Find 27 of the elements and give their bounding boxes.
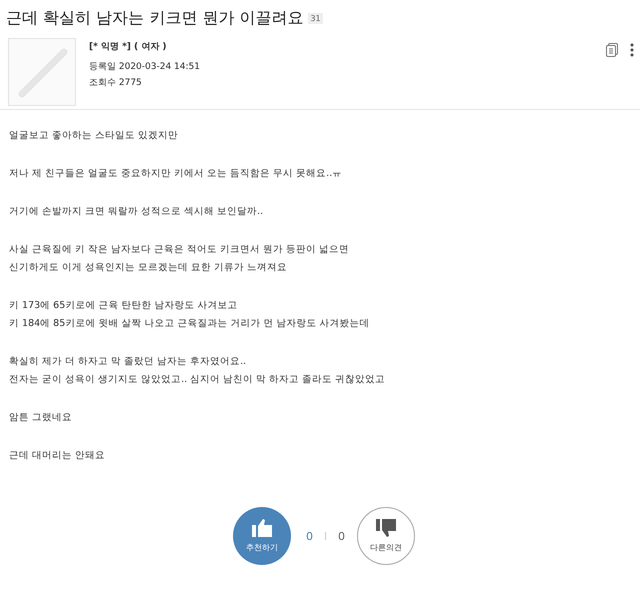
document-icon[interactable] — [606, 43, 618, 57]
dissent-count: 0 — [338, 530, 345, 542]
recommend-count: 0 — [306, 530, 313, 542]
body-text: 전자는 굳이 성욕이 생기지도 않았었고.. 심지어 남친이 막 하자고 졸라도 귀찮았었고 — [9, 373, 386, 387]
date-label: 등록일 — [89, 62, 116, 72]
recommend-button[interactable]: 추천하기 — [233, 507, 291, 565]
body-text: 사실 근육질에 키 작은 남자보다 근육은 적어도 키크면서 뭔가 등판이 넓으면 — [9, 243, 350, 257]
body-text: 거기에 손발까지 크면 뭐랄까 성적으로 섹시해 보인달까.. — [9, 205, 264, 219]
view-count: 2775 — [118, 78, 142, 88]
body-text: 암튼 그랬네요 — [9, 411, 74, 425]
avatar-icon — [8, 38, 76, 106]
author-name: [* 익명 *] ( 여자 ) — [89, 41, 168, 53]
body-text: 얼굴보고 좋아하는 스타일도 있겠지만 — [9, 129, 180, 143]
body-text: 확실히 제가 더 하자고 막 졸랐던 남자는 후자였어요.. — [9, 355, 248, 369]
comment-count: 31 — [308, 13, 323, 24]
body-text: 신기하게도 이게 성욕인지는 모르겠는데 묘한 기류가 느껴져요 — [9, 261, 288, 275]
dissent-button[interactable]: 다른의견 — [357, 507, 415, 565]
body-text: 근데 대머리는 안돼요 — [9, 449, 106, 463]
thumbs-up-icon — [252, 519, 272, 537]
body-text: 키 173에 65키로에 근육 탄탄한 남자랑도 사겨보고 — [9, 299, 238, 313]
post-title: 근데 확실히 남자는 키크면 뭔가 이끌려요 — [6, 8, 304, 29]
more-icon[interactable] — [630, 43, 634, 57]
body-text: 저나 제 친구들은 얼굴도 중요하지만 키에서 오는 듬직함은 무시 못해요..ㅠ — [9, 167, 344, 181]
views-label: 조회수 — [89, 78, 116, 88]
post-date: 2020-03-24 14:51 — [118, 62, 200, 72]
thumbs-down-icon — [376, 519, 396, 537]
body-text: 키 184에 85키로에 윗배 살짝 나오고 근육질과는 거리가 먼 남자랑도 사겨봤는데 — [9, 317, 370, 331]
